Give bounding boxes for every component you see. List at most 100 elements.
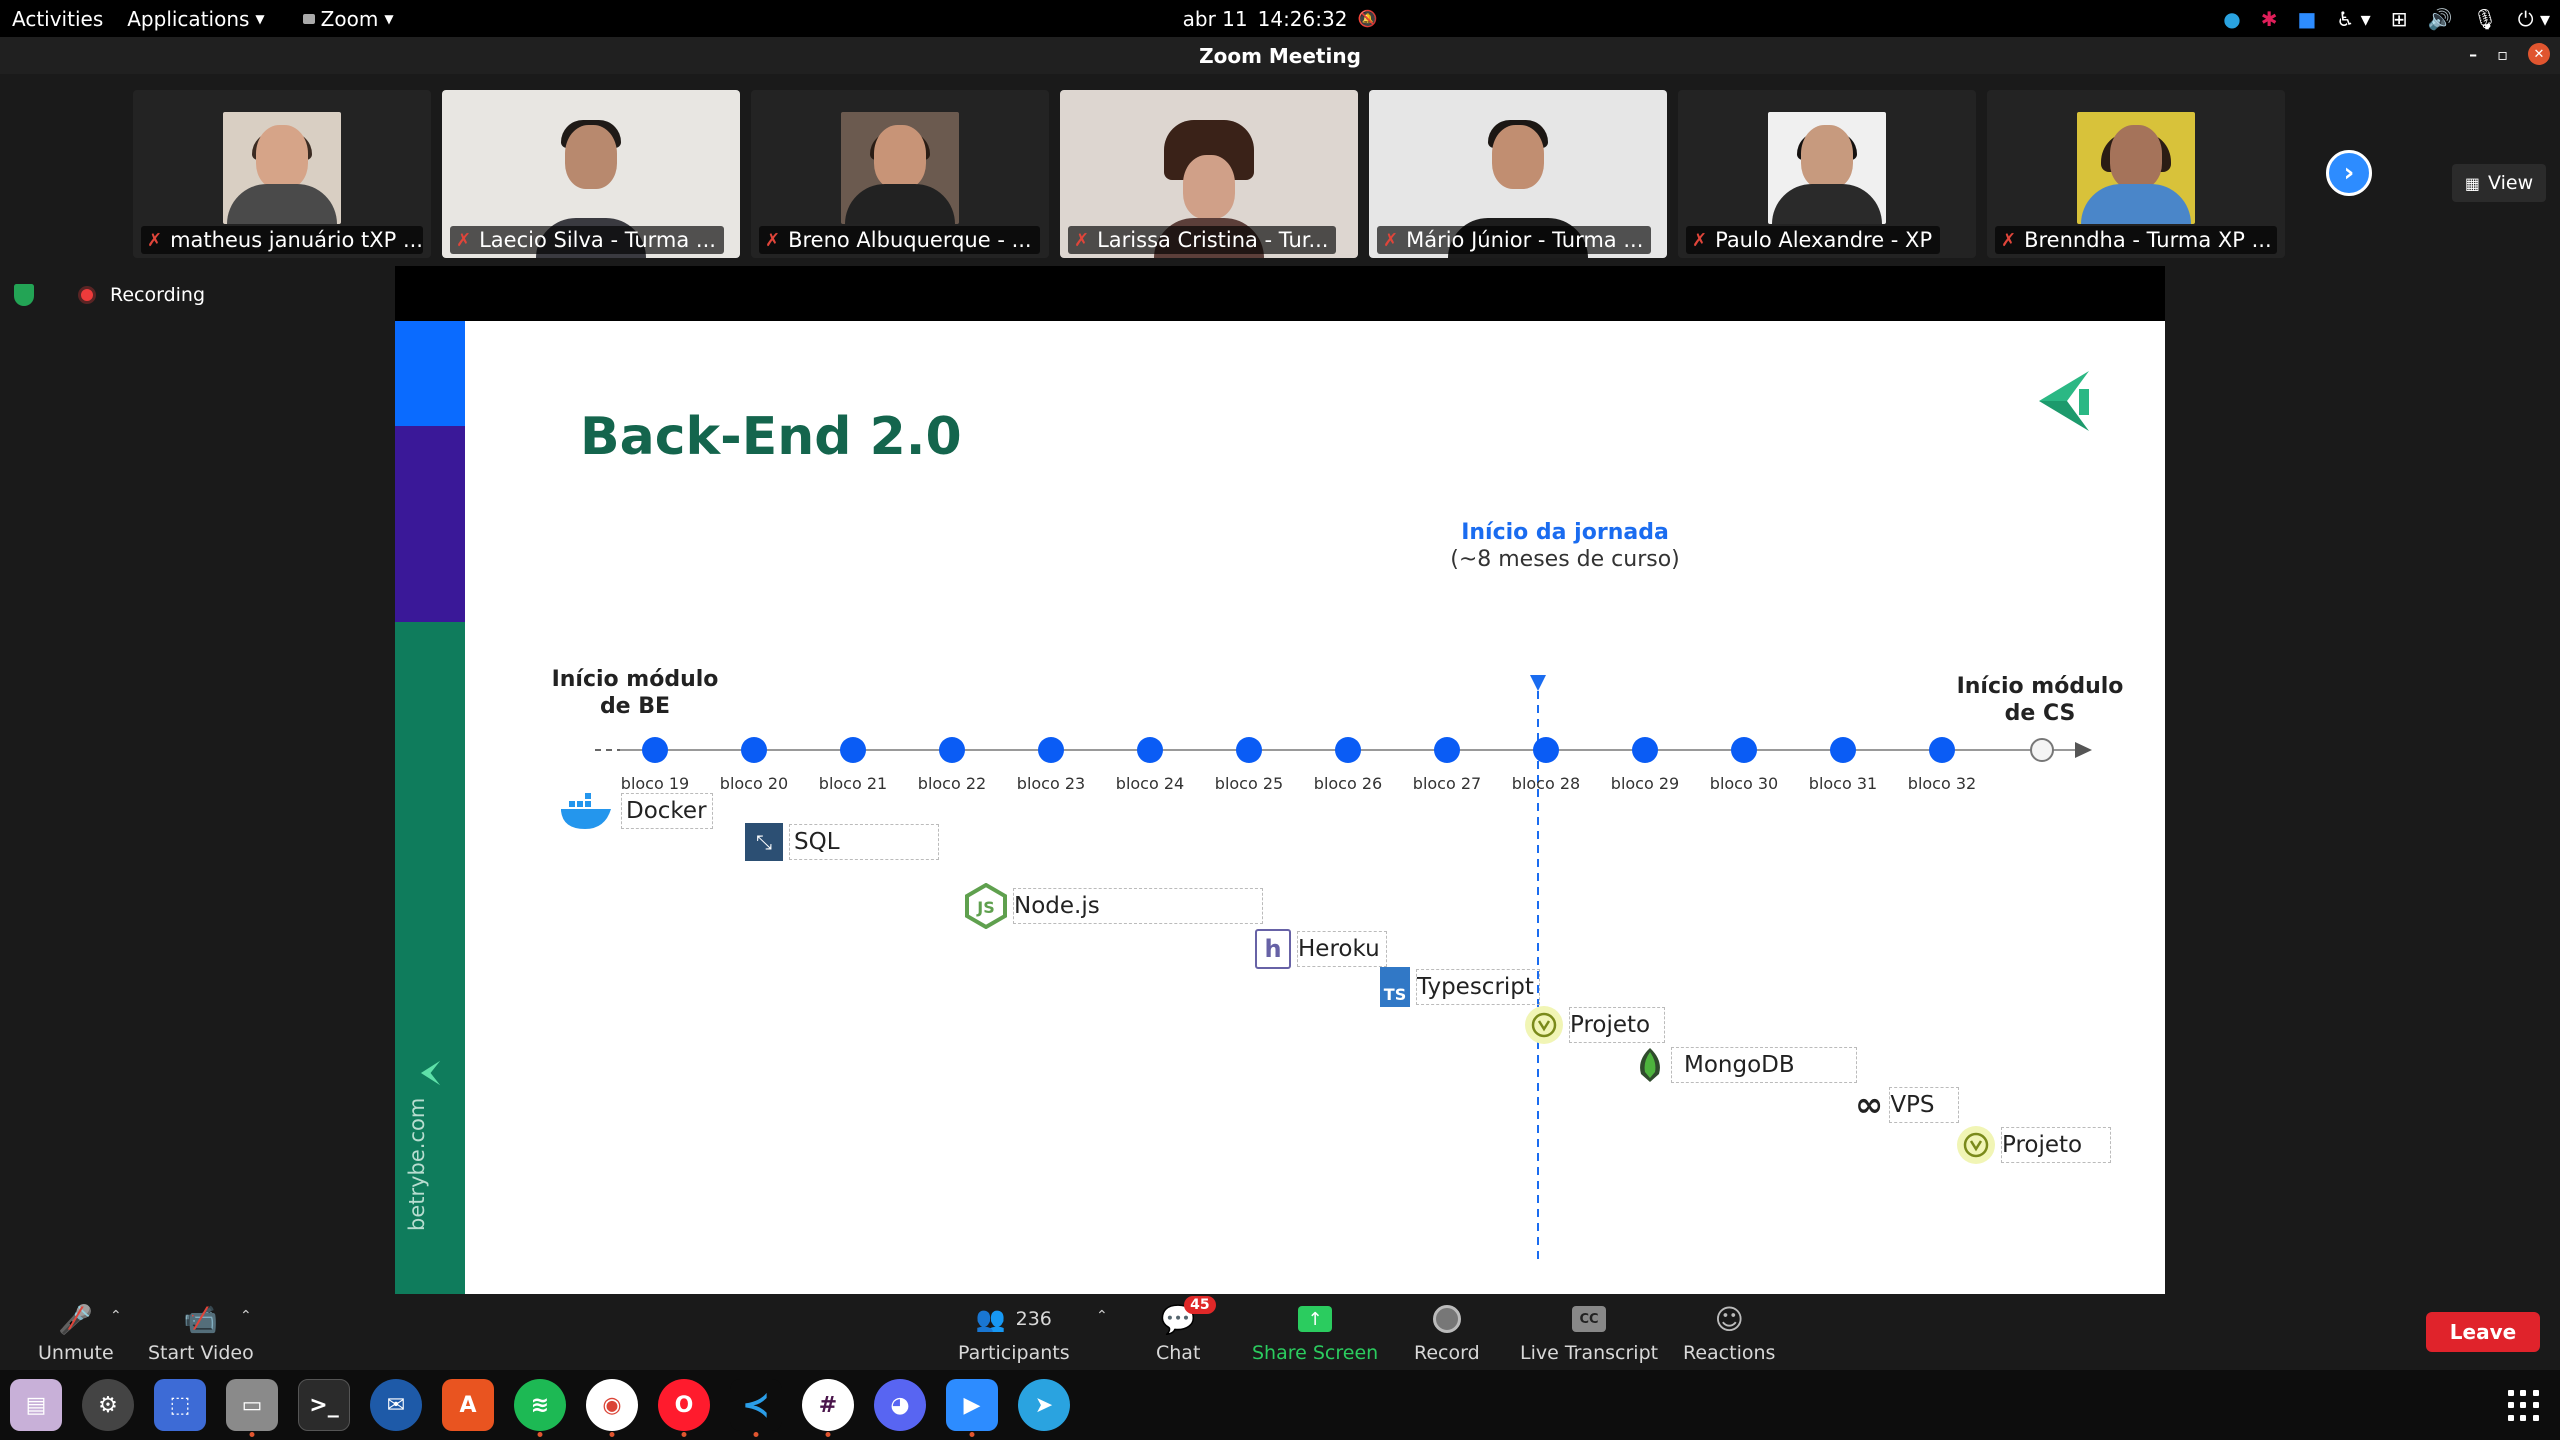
participant-tile[interactable]: ✗ Brenndha - Turma XP ... xyxy=(1987,90,2285,258)
timeline-block-node xyxy=(1137,737,1163,763)
tech-mongodb: MongoDB xyxy=(1635,1046,1857,1084)
settings-gear-icon[interactable]: ⚙ xyxy=(82,1379,134,1431)
shared-screen: betrybe.com Back-End 2.0 Início da jorna… xyxy=(395,266,2165,1294)
spotify-icon[interactable]: ≋ xyxy=(514,1379,566,1437)
screenshot-tool-icon[interactable]: ⬚ xyxy=(154,1379,206,1431)
chrome-icon[interactable]: ◉ xyxy=(586,1379,638,1437)
muted-mic-icon: ✗ xyxy=(2001,229,2017,251)
muted-mic-icon: ✗ xyxy=(765,229,781,251)
share-screen-button[interactable]: ↑ Share Screen xyxy=(1252,1302,1378,1364)
microphone-icon[interactable]: 🎙 xyxy=(2472,7,2497,31)
block-nodes: bloco 19 bloco 20 bloco 21 bloco 22 bloco 23… xyxy=(621,737,1976,793)
presentation-slide: betrybe.com Back-End 2.0 Início da jorna… xyxy=(395,321,2165,1294)
live-transcript-button[interactable]: CC Live Transcript xyxy=(1520,1302,1658,1364)
restore-icon[interactable]: ▫ xyxy=(2497,45,2508,64)
timeline-block-label: bloco 31 xyxy=(1809,774,1877,793)
participant-video xyxy=(841,112,959,224)
typescript-icon: TS xyxy=(1380,967,1410,1007)
app-switcher-icon[interactable]: ▤ xyxy=(10,1379,62,1431)
accessibility-icon[interactable]: ♿ ▾ xyxy=(2336,7,2370,31)
telegram-icon[interactable]: ➤ xyxy=(1018,1379,1070,1431)
timeline-block-node xyxy=(1335,737,1361,763)
shared-screen-top-bar xyxy=(395,266,2165,321)
muted-mic-icon: ✗ xyxy=(1692,229,1708,251)
participant-tile[interactable]: ✗ Paulo Alexandre - XP xyxy=(1678,90,1976,258)
participants-options-chevron-icon[interactable]: ⌃ xyxy=(1096,1308,1108,1324)
audio-options-chevron-icon[interactable]: ⌃ xyxy=(110,1308,122,1324)
telegram-tray-icon[interactable]: ● xyxy=(2223,7,2240,31)
participant-tile[interactable]: ✗ Larissa Cristina - Tur... xyxy=(1060,90,1358,258)
timeline-block-node xyxy=(840,737,866,763)
timeline-block-label: bloco 23 xyxy=(1017,774,1085,793)
record-button[interactable]: Record xyxy=(1414,1302,1480,1364)
clock[interactable]: abr 11 14:26:32 🔕 xyxy=(1183,7,1378,31)
tech-docker: Docker xyxy=(559,791,713,831)
muted-mic-icon: ✗ xyxy=(147,229,163,251)
muted-mic-icon: ✗ xyxy=(456,229,472,251)
view-button[interactable]: ▦ View xyxy=(2452,164,2546,202)
applications-label: Applications xyxy=(127,6,250,31)
participant-strip: ✗ matheus januário tXP ... ✗ Laecio Silva … xyxy=(0,74,2560,260)
opera-icon[interactable]: O xyxy=(658,1379,710,1437)
start-video-label: Start Video xyxy=(148,1342,254,1364)
tech-projeto-2: Projeto xyxy=(1957,1126,2111,1164)
timeline-block-node xyxy=(1632,737,1658,763)
show-applications-icon[interactable] xyxy=(2508,1390,2540,1422)
share-screen-icon: ↑ xyxy=(1298,1302,1333,1336)
participant-tile[interactable]: ✗ Mário Júnior - Turma ... xyxy=(1369,90,1667,258)
slack-tray-icon[interactable]: ✱ xyxy=(2261,7,2278,31)
tech-label: MongoDB xyxy=(1671,1047,1857,1083)
timeline-block-label: bloco 26 xyxy=(1314,774,1382,793)
minimize-icon[interactable]: – xyxy=(2469,45,2477,64)
power-icon[interactable]: ⏻ ▾ xyxy=(2518,7,2550,31)
zoom-tray-icon[interactable]: ■ xyxy=(2297,7,2316,31)
date-text: abr 11 xyxy=(1182,6,1248,31)
chat-button[interactable]: 💬 45 Chat xyxy=(1156,1296,1216,1364)
tech-label: VPS xyxy=(1889,1087,1960,1123)
close-icon[interactable]: ✕ xyxy=(2528,43,2550,65)
participant-name-label: ✗ matheus januário tXP ... xyxy=(141,226,423,254)
participant-tile[interactable]: ✗ Laecio Silva - Turma ... xyxy=(442,90,740,258)
start-video-button[interactable]: 📹 ⁄ Start Video xyxy=(148,1302,254,1365)
participant-tile[interactable]: ✗ Breno Albuquerque - ... xyxy=(751,90,1049,258)
chat-badge: 45 xyxy=(1184,1296,1216,1314)
reactions-button[interactable]: ☺ Reactions xyxy=(1683,1302,1775,1365)
tech-label: Node.js xyxy=(1013,888,1263,924)
tech-nodejs: JS Node.js xyxy=(965,883,1263,929)
leave-button[interactable]: Leave xyxy=(2426,1312,2540,1352)
meeting-status: Recording xyxy=(14,284,205,306)
app-menu-zoom[interactable]: Zoom ▼ xyxy=(291,0,406,37)
chevron-down-icon: ▼ xyxy=(255,11,265,26)
system-tray: ● ✱ ■ ♿ ▾ ⊞ 🔊 🎙 ⏻ ▾ xyxy=(2223,0,2550,37)
terminal-icon[interactable]: >_ xyxy=(298,1379,350,1431)
applications-menu[interactable]: Applications ▼ xyxy=(115,0,276,37)
timeline-block-node xyxy=(741,737,767,763)
emoji-plus-icon: ☺ xyxy=(1714,1302,1744,1336)
slack-icon[interactable]: # xyxy=(802,1379,854,1437)
participant-tile[interactable]: ✗ matheus januário tXP ... xyxy=(133,90,431,258)
thunderbird-icon[interactable]: ✉ xyxy=(370,1379,422,1431)
volume-icon[interactable]: 🔊 xyxy=(2427,7,2452,31)
timeline-block-label: bloco 25 xyxy=(1215,774,1283,793)
timeline-block-label: bloco 32 xyxy=(1908,774,1976,793)
software-center-icon[interactable]: A xyxy=(442,1379,494,1431)
unmute-button[interactable]: 🎤 ⁄ Unmute xyxy=(38,1302,114,1365)
participant-name-label: ✗ Larissa Cristina - Tur... xyxy=(1068,226,1337,254)
discord-icon[interactable]: ◕ xyxy=(874,1379,926,1431)
share-screen-label: Share Screen xyxy=(1252,1342,1379,1364)
next-participants-button[interactable]: › xyxy=(2326,150,2372,196)
participant-video xyxy=(223,112,341,224)
activities-button[interactable]: Activities xyxy=(0,0,115,37)
project-icon xyxy=(1525,1006,1563,1044)
zoom-icon[interactable]: ▶ xyxy=(946,1379,998,1437)
shield-icon[interactable] xyxy=(14,284,34,306)
participants-button[interactable]: 👥 236 Participants xyxy=(958,1302,1070,1364)
window-controls: – ▫ ✕ xyxy=(2469,43,2550,65)
vscode-icon[interactable]: ≺ xyxy=(730,1379,782,1437)
record-icon xyxy=(1432,1302,1461,1336)
files-icon[interactable]: ▭ xyxy=(226,1379,278,1437)
tech-sql: ⤡ SQL xyxy=(745,823,939,861)
tech-label: Projeto xyxy=(2001,1127,2111,1163)
network-icon[interactable]: ⊞ xyxy=(2391,7,2408,31)
video-options-chevron-icon[interactable]: ⌃ xyxy=(240,1308,252,1324)
